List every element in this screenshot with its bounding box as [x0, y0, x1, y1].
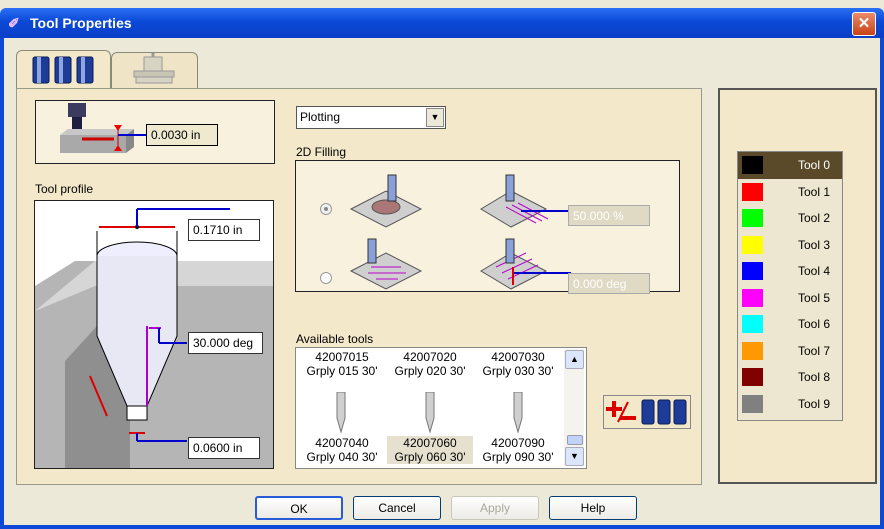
help-button[interactable]: Help [549, 496, 637, 520]
scroll-down-icon[interactable]: ▼ [565, 447, 584, 466]
tool-name: Grply 060 30' [394, 450, 466, 464]
color-row[interactable]: Tool 1 [738, 179, 842, 206]
color-label: Tool 1 [798, 184, 831, 199]
color-swatch [742, 262, 763, 280]
color-swatch [742, 156, 763, 174]
tool-code: 42007020 [403, 350, 457, 364]
overlap-field[interactable]: 50.000 % [568, 205, 650, 226]
fill-radio-1[interactable] [320, 203, 332, 215]
color-label: Tool 9 [798, 396, 831, 411]
add-remove-tool-button[interactable] [603, 395, 691, 429]
color-label: Tool 5 [798, 290, 831, 305]
color-row[interactable]: Tool 6 [738, 311, 842, 338]
filling-box: 50.000 % 0.000 deg [295, 160, 680, 294]
tool-name: Grply 090 30' [482, 450, 554, 464]
color-label: Tool 4 [798, 264, 831, 278]
color-swatch [742, 182, 763, 201]
tool-item[interactable]: 42007015 Grply 015 30' [299, 350, 385, 378]
color-swatch [742, 209, 763, 227]
color-label: Tool 6 [798, 317, 831, 331]
tool-code: 42007015 [315, 350, 369, 364]
cancel-button[interactable]: Cancel [353, 496, 441, 520]
scroll-thumb[interactable] [567, 435, 583, 445]
color-row[interactable]: Tool 5 [738, 285, 842, 312]
overlap-icon [480, 174, 571, 228]
mode-select-value: Plotting [300, 110, 341, 124]
tool-item[interactable]: 42007040 Grply 040 30' [299, 436, 385, 464]
scroll-up-icon[interactable]: ▲ [565, 350, 584, 369]
tool-bit-icon [425, 392, 435, 434]
angle-field[interactable]: 30.000 deg [188, 332, 263, 354]
filling-label: 2D Filling [296, 145, 347, 159]
available-tools-list[interactable]: 42007015 Grply 015 30' 42007020 Grply 02… [295, 347, 587, 469]
tool-profile-box: 0.1710 in 30.000 deg 0.0600 in [34, 200, 274, 469]
color-swatch [742, 394, 763, 413]
window-title: Tool Properties [30, 15, 132, 31]
tab-machine[interactable] [111, 52, 198, 89]
app-icon: ✐ [8, 15, 20, 31]
title-bar: ✐ Tool Properties ✕ [0, 8, 884, 38]
tip-field[interactable]: 0.0600 in [188, 437, 260, 459]
tool-code: 42007040 [315, 436, 369, 450]
color-row-selected[interactable]: Tool 0 [738, 152, 842, 179]
frame-right [880, 38, 884, 529]
tool-item[interactable]: 42007090 Grply 090 30' [475, 436, 561, 464]
close-button[interactable]: ✕ [852, 12, 876, 36]
tab-tools[interactable] [16, 50, 111, 89]
tool-item[interactable]: 42007020 Grply 020 30' [387, 350, 473, 378]
tool-color-list[interactable]: Tool 0 Tool 1 Tool 2 Tool 3 Tool 4 Tool … [737, 151, 843, 421]
tool-code: 42007060 [403, 436, 457, 450]
fill-angle-field[interactable]: 0.000 deg [568, 273, 650, 294]
fill-hatch-icon [349, 238, 423, 290]
offset-box: 0.0030 in [35, 100, 275, 164]
color-row[interactable]: Tool 3 [738, 232, 842, 259]
color-label: Tool 3 [798, 237, 831, 252]
color-label: Tool 7 [798, 343, 831, 358]
offset-field[interactable]: 0.0030 in [146, 124, 218, 146]
tool-item-selected[interactable]: 42007060 Grply 060 30' [387, 436, 473, 464]
tool-code: 42007090 [491, 436, 545, 450]
color-label: Tool 0 [798, 158, 831, 172]
color-row[interactable]: Tool 2 [738, 205, 842, 232]
tool-name: Grply 040 30' [306, 450, 378, 464]
fill-pocket-icon [349, 174, 423, 228]
frame-left [0, 38, 4, 529]
fill-angle-icon [480, 238, 571, 290]
color-swatch [742, 235, 763, 254]
tool-item[interactable]: 42007030 Grply 030 30' [475, 350, 561, 378]
tool-name: Grply 015 30' [306, 364, 378, 378]
apply-button[interactable]: Apply [451, 496, 539, 520]
ok-button[interactable]: OK [255, 496, 343, 520]
tool-profile-label: Tool profile [35, 182, 94, 196]
mode-select[interactable]: Plotting ▼ [296, 106, 446, 129]
available-tools-label: Available tools [296, 332, 374, 346]
dropdown-arrow-icon[interactable]: ▼ [426, 108, 444, 127]
color-row[interactable]: Tool 9 [738, 391, 842, 418]
color-swatch [742, 368, 763, 386]
color-row[interactable]: Tool 8 [738, 364, 842, 391]
tool-bit-icon [513, 392, 523, 434]
color-row[interactable]: Tool 4 [738, 258, 842, 285]
tools-icon [32, 56, 94, 84]
tools-scrollbar[interactable]: ▲ ▼ [564, 349, 584, 466]
tool-bit-icon [336, 392, 346, 434]
add-remove-tool-icon [606, 399, 687, 425]
color-label: Tool 8 [798, 370, 831, 384]
color-label: Tool 2 [798, 211, 831, 225]
color-row[interactable]: Tool 7 [738, 338, 842, 365]
tool-code: 42007030 [491, 350, 545, 364]
machine-icon [133, 53, 175, 84]
tool-name: Grply 020 30' [394, 364, 466, 378]
color-swatch [742, 288, 763, 307]
frame-bottom [0, 525, 884, 529]
color-swatch [742, 341, 763, 360]
tool-name: Grply 030 30' [482, 364, 554, 378]
diameter-field[interactable]: 0.1710 in [188, 219, 260, 241]
color-swatch [742, 315, 763, 333]
fill-radio-2[interactable] [320, 272, 332, 284]
